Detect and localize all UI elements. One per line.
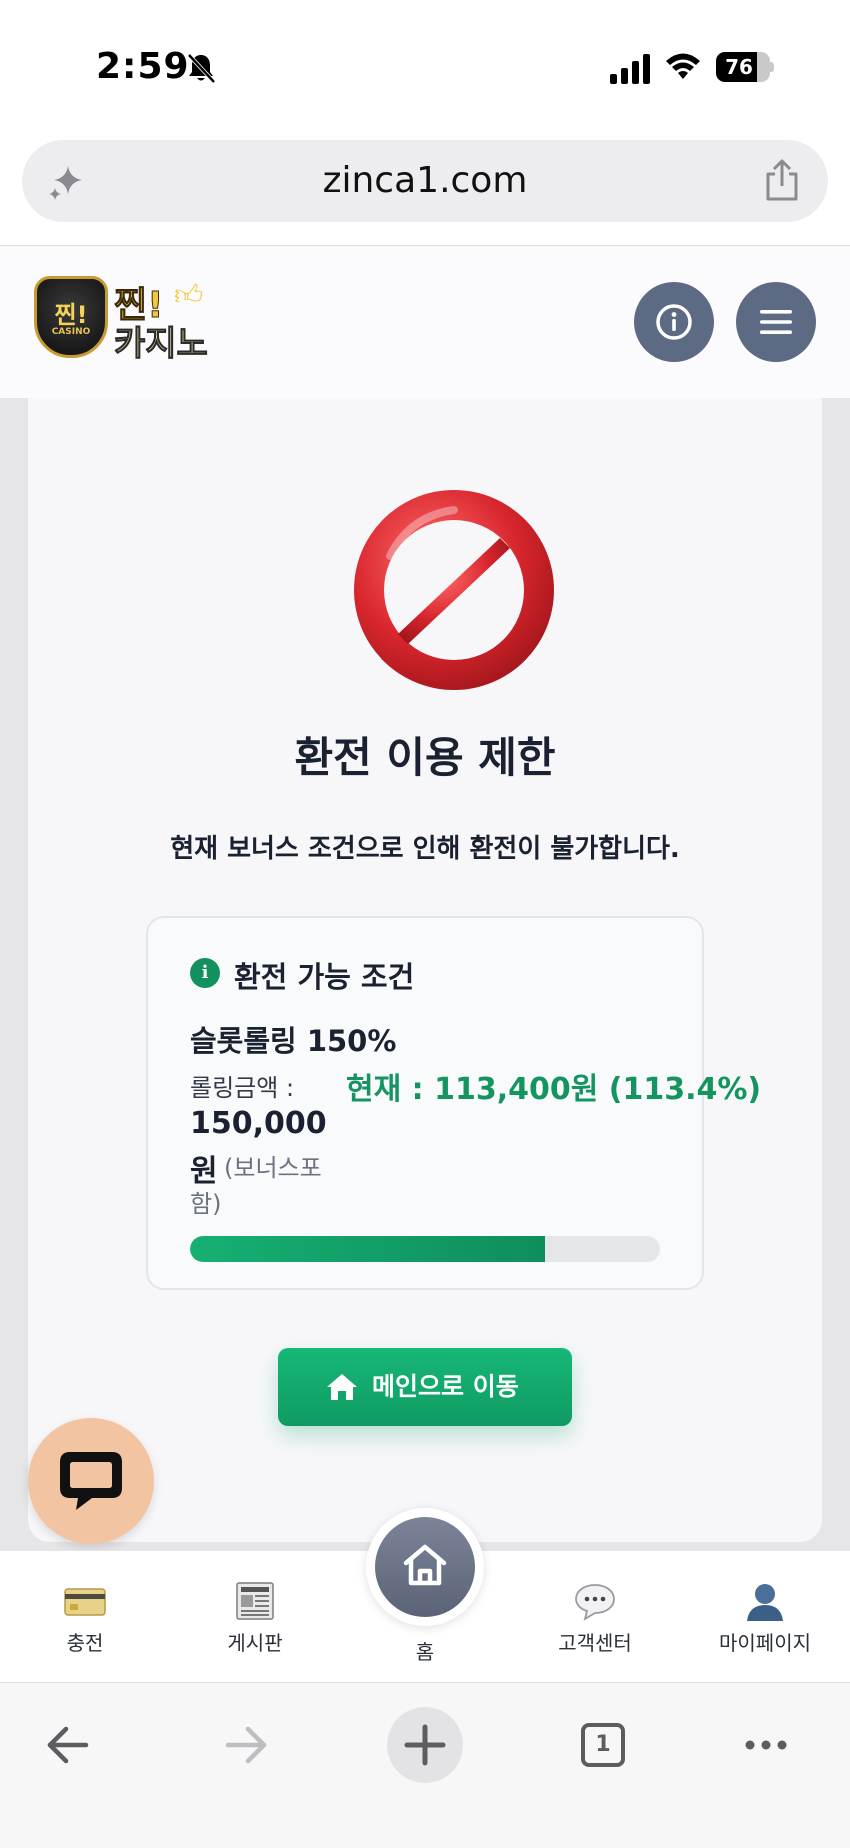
browser-toolbar: 1 <box>0 1682 850 1848</box>
restriction-message: 현재 보너스 조건으로 인해 환전이 불가합니다. <box>170 834 680 864</box>
address-bar[interactable]: zinca1.com <box>22 140 828 222</box>
share-icon[interactable] <box>762 158 802 202</box>
back-button[interactable] <box>30 1707 106 1783</box>
forward-button[interactable] <box>208 1707 284 1783</box>
battery-percent: 76 <box>725 55 753 79</box>
new-tab-button[interactable] <box>387 1707 463 1783</box>
battery-body: 76 <box>716 52 770 82</box>
home-outline-icon <box>403 1544 447 1586</box>
info-icon <box>656 304 692 340</box>
condition-box: i 환전 가능 조건 슬롯롤링 150% 롤링금액 : 150,000 원 (보… <box>146 916 761 1290</box>
hamburger-icon <box>760 310 792 334</box>
rolling-progress-track <box>190 1236 660 1262</box>
nav-item-mypage[interactable]: 마이페이지 <box>680 1551 850 1683</box>
nav-item-board[interactable]: 게시판 <box>170 1551 340 1683</box>
credit-card-icon <box>64 1588 106 1616</box>
bell-off-icon <box>187 53 216 84</box>
battery-cap <box>770 62 774 72</box>
nav-label-deposit: 충전 <box>66 1631 104 1655</box>
condition-rule: 슬롯롤링 150% <box>190 1024 397 1058</box>
nav-item-support[interactable]: 고객센터 <box>510 1551 680 1683</box>
more-button[interactable] <box>728 1707 804 1783</box>
chat-bubble-icon <box>60 1452 122 1510</box>
newspaper-icon <box>236 1582 274 1620</box>
condition-title: 환전 가능 조건 <box>234 960 415 994</box>
speech-bubble-icon <box>575 1584 615 1621</box>
nav-label-mypage: 마이페이지 <box>719 1631 811 1655</box>
logo-badge: 찐! CASINO <box>34 276 108 358</box>
user-icon <box>747 1584 783 1621</box>
info-button[interactable] <box>634 282 714 362</box>
logo-word-bottom: 카지노 <box>114 324 209 365</box>
tab-count: 1 <box>581 1723 625 1767</box>
site-logo[interactable]: 찐! CASINO 찐! 👍︎ 카지노 <box>34 276 210 365</box>
thumbs-up-icon: 👍︎ <box>174 278 204 311</box>
nav-label-board: 게시판 <box>227 1631 283 1655</box>
nav-label-support: 고객센터 <box>558 1631 632 1655</box>
nav-label-home: 홈 <box>415 1640 435 1664</box>
rolling-label: 롤링금액 : <box>190 1074 295 1102</box>
battery-indicator: 76 <box>716 52 774 82</box>
url-text[interactable]: zinca1.com <box>22 140 828 222</box>
chat-button[interactable] <box>28 1418 154 1544</box>
arrow-left-icon <box>47 1726 89 1764</box>
arrow-right-icon <box>225 1726 267 1764</box>
page: 2:59 76 zinca1.com 찐! CASINO 찐! 👍︎ 카지노 환… <box>0 0 850 1848</box>
cellular-signal-icon <box>610 54 650 84</box>
home-icon <box>327 1374 357 1400</box>
status-time: 2:59 <box>96 46 190 87</box>
rolling-amount: 150,000 <box>190 1106 327 1141</box>
nav-item-home[interactable] <box>366 1508 484 1626</box>
nav-item-deposit[interactable]: 충전 <box>0 1551 170 1683</box>
site-header: 찐! CASINO 찐! 👍︎ 카지노 <box>0 246 850 398</box>
wifi-icon <box>666 53 700 79</box>
home-button-inner <box>375 1517 475 1617</box>
prohibited-icon <box>354 490 554 690</box>
info-circle-icon: i <box>190 958 220 988</box>
current-rolling: 현재 : 113,400원 (113.4%) <box>346 1072 762 1107</box>
tabs-button[interactable]: 1 <box>565 1707 641 1783</box>
withdraw-restriction-card: 환전 이용 제한 현재 보너스 조건으로 인해 환전이 불가합니다. i 환전 … <box>28 398 822 1542</box>
logo-badge-text: 찐! <box>54 301 88 329</box>
go-main-label: 메인으로 이동 <box>372 1372 519 1401</box>
menu-button[interactable] <box>736 282 816 362</box>
logo-badge-sub: CASINO <box>51 327 91 337</box>
rolling-progress-fill <box>190 1236 546 1262</box>
status-bar: 2:59 76 <box>0 0 850 120</box>
browser-address-area: zinca1.com <box>0 120 850 246</box>
more-dots-icon <box>745 1740 787 1750</box>
plus-icon <box>404 1724 446 1766</box>
go-main-button[interactable]: 메인으로 이동 <box>278 1348 572 1426</box>
rolling-note: (보너스포함) <box>190 1154 322 1218</box>
restriction-title: 환전 이용 제한 <box>294 733 556 782</box>
